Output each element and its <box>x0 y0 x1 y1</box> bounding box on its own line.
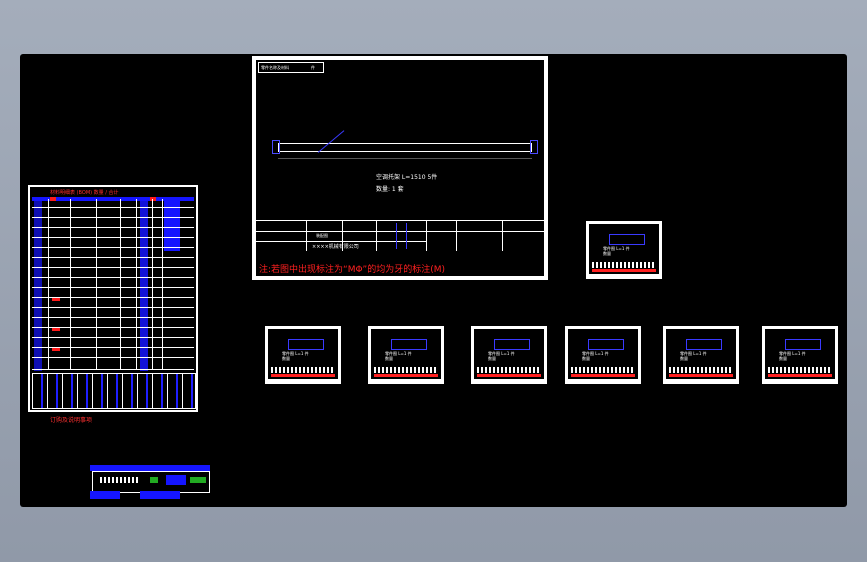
part-outline <box>391 339 427 350</box>
spec-note: 空调托架 L=1510 5件 <box>376 174 438 181</box>
thumb-qty: 数量 <box>385 356 393 361</box>
thumb-qty: 数量 <box>603 251 611 256</box>
thumb-qty: 数量 <box>779 356 787 361</box>
quantity-note: 数量: 1 套 <box>376 186 404 193</box>
rod-end-left <box>272 140 280 154</box>
drawing-note: 注:若图中出现标注为“MΦ”的均为牙的标注(M) <box>259 265 445 275</box>
part-thumbnail[interactable]: 零件图 L=1 件 数量 <box>368 326 444 384</box>
part-outline <box>588 339 624 350</box>
part-outline <box>288 339 324 350</box>
bom-summary <box>32 373 196 409</box>
bom-table-sheet[interactable]: 材料明细表 (BOM) 数量 / 合计 <box>28 185 198 412</box>
cad-drawing-canvas[interactable]: 零件名称及材料 件 空调托架 L=1510 5件 数量: 1 套 装配图 ×××… <box>20 54 847 507</box>
dimension-line <box>278 158 532 159</box>
main-assembly-drawing[interactable]: 零件名称及材料 件 空调托架 L=1510 5件 数量: 1 套 装配图 ×××… <box>252 56 548 280</box>
rod-part[interactable] <box>278 143 532 152</box>
thumb-qty: 数量 <box>488 356 496 361</box>
part-thumbnail[interactable]: 零件图 L=1 件 数量 <box>586 221 662 279</box>
main-drawing-frame: 零件名称及材料 件 空调托架 L=1510 5件 数量: 1 套 装配图 ×××… <box>256 60 544 276</box>
part-outline <box>494 339 530 350</box>
company-name: ××××机械有限公司 <box>312 244 359 250</box>
title-block: 装配图 ××××机械有限公司 <box>256 220 544 251</box>
thumb-qty: 数量 <box>282 356 290 361</box>
part-thumbnail[interactable]: 零件图 L=1 件 数量 <box>265 326 341 384</box>
header-sub: 件 <box>311 65 315 70</box>
bom-title: 材料明细表 (BOM) 数量 / 合计 <box>50 190 119 196</box>
thumb-qty: 数量 <box>680 356 688 361</box>
drawing-header-box: 零件名称及材料 件 <box>258 62 324 73</box>
part-thumbnail[interactable]: 零件图 L=1 件 数量 <box>471 326 547 384</box>
part-thumbnail[interactable]: 零件图 L=1 件 数量 <box>565 326 641 384</box>
part-outline <box>609 234 645 245</box>
thumb-qty: 数量 <box>582 356 590 361</box>
part-thumbnail[interactable]: 零件图 L=1 件 数量 <box>762 326 838 384</box>
bom-caption: 订购及说明事项 <box>50 417 93 424</box>
part-thumbnail[interactable]: 零件图 L=1 件 数量 <box>663 326 739 384</box>
bom-highlight-column <box>164 201 180 251</box>
header-label: 零件名称及材料 <box>261 65 289 70</box>
part-outline <box>785 339 821 350</box>
rod-end-right <box>530 140 538 154</box>
bom-frame: 材料明细表 (BOM) 数量 / 合计 <box>30 187 196 410</box>
title-block-name: 装配图 <box>316 233 328 238</box>
small-part-drawing[interactable] <box>90 465 210 501</box>
part-outline <box>686 339 722 350</box>
